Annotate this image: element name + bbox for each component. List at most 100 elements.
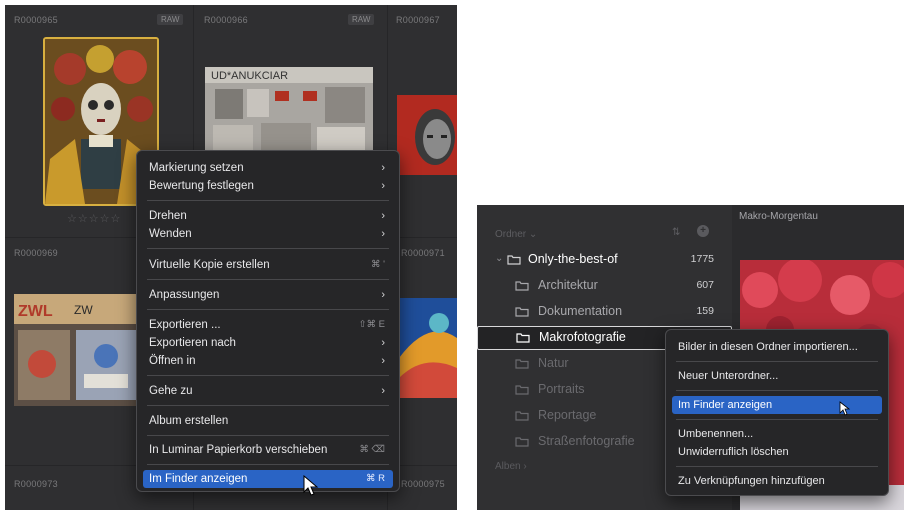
image-thumbnail[interactable] [399, 298, 457, 398]
menu-item-label: Öffnen in [149, 355, 196, 367]
folder-item-dokumentation[interactable]: Dokumentation 159 [477, 300, 732, 324]
image-filename: R0000971 [401, 248, 445, 258]
menu-separator [147, 464, 389, 465]
folder-label: Natur [538, 356, 569, 370]
image-thumbnail[interactable]: ZWL ZW [14, 294, 140, 406]
folder-label: Dokumentation [538, 304, 623, 318]
submenu-arrow-icon: › [381, 337, 385, 349]
folder-count: 159 [696, 305, 714, 317]
menu-item-label: Exportieren nach [149, 337, 236, 349]
menu-separator [147, 309, 389, 310]
menu-item-bewertung[interactable]: Bewertung festlegen › [143, 177, 393, 195]
folders-panel: Ordner ⌄ ⇅ + ⌄ Only-the-best-of 1775 Arc… [477, 205, 904, 510]
folder-label: Only-the-best-of [528, 252, 618, 266]
submenu-arrow-icon: › [381, 180, 385, 192]
menu-item-virtuelle-kopie[interactable]: Virtuelle Kopie erstellen ⌘ ' [143, 256, 393, 274]
submenu-arrow-icon: › [381, 385, 385, 397]
image-thumbnail[interactable] [397, 95, 457, 175]
menu-item-label: Unwiderruflich löschen [678, 446, 789, 458]
menu-separator [147, 375, 389, 376]
folder-count: 1775 [690, 253, 714, 265]
menu-item-drehen[interactable]: Drehen › [143, 207, 393, 225]
menu-item-label: Im Finder anzeigen [149, 473, 248, 485]
star-rating[interactable]: ☆☆☆☆☆ [67, 212, 121, 225]
submenu-arrow-icon: › [381, 289, 385, 301]
gallery-panel: R0000965 RAW R0000966 RAW R0000967 ☆☆☆☆☆ [5, 5, 457, 510]
menu-separator [147, 405, 389, 406]
menu-separator [147, 435, 389, 436]
image-filename: R0000965 [14, 15, 58, 25]
menu-separator [147, 248, 389, 249]
menu-item-label: Markierung setzen [149, 162, 244, 174]
menu-item-exportieren-nach[interactable]: Exportieren nach › [143, 334, 393, 352]
svg-text:UD*ANUKCIAR: UD*ANUKCIAR [211, 70, 288, 82]
menu-item-papierkorb[interactable]: In Luminar Papierkorb verschieben ⌘ ⌫ [143, 441, 393, 459]
menu-item-label: Bilder in diesen Ordner importieren... [678, 341, 858, 353]
menu-item-exportieren[interactable]: Exportieren ... ⇧⌘ E [143, 316, 393, 334]
folder-label: Architektur [538, 278, 598, 292]
add-folder-icon[interactable]: + [697, 225, 709, 237]
menu-item-label: Zu Verknüpfungen hinzufügen [678, 475, 825, 487]
folder-count: 607 [696, 279, 714, 291]
folder-item-architektur[interactable]: Architektur 607 [477, 274, 732, 298]
folder-icon [515, 359, 529, 369]
mouse-pointer-icon [839, 401, 851, 416]
folder-context-menu: Bilder in diesen Ordner importieren... N… [665, 329, 889, 496]
menu-separator [147, 200, 389, 201]
menu-item-im-finder-anzeigen[interactable]: Im Finder anzeigen ⌘ R [143, 470, 393, 488]
menu-separator [676, 419, 878, 420]
svg-text:ZWL: ZWL [18, 303, 53, 320]
folder-item-only-the-best-of[interactable]: ⌄ Only-the-best-of 1775 [477, 248, 732, 272]
submenu-arrow-icon: › [381, 228, 385, 240]
menu-item-rename[interactable]: Umbenennen... [672, 425, 882, 443]
expand-caret-icon[interactable]: ⌄ [495, 253, 503, 264]
menu-item-anpassungen[interactable]: Anpassungen › [143, 286, 393, 304]
image-filename: R0000973 [14, 479, 58, 489]
portrait-mural-image [397, 95, 457, 175]
menu-item-label: Im Finder anzeigen [678, 399, 773, 411]
menu-shortcut: ⇧⌘ E [358, 319, 385, 330]
menu-shortcut: ⌘ ' [371, 259, 385, 270]
menu-item-label: Neuer Unterordner... [678, 370, 779, 382]
folder-icon [515, 411, 529, 421]
menu-item-new-subfolder[interactable]: Neuer Unterordner... [672, 367, 882, 385]
mouse-pointer-icon [303, 475, 319, 496]
menu-item-delete[interactable]: Unwiderruflich löschen [672, 443, 882, 461]
menu-item-import[interactable]: Bilder in diesen Ordner importieren... [672, 338, 882, 356]
menu-item-markierung[interactable]: Markierung setzen › [143, 159, 393, 177]
menu-item-label: In Luminar Papierkorb verschieben [149, 444, 328, 456]
menu-item-gehe-zu[interactable]: Gehe zu › [143, 382, 393, 400]
albums-header[interactable]: Alben › [495, 461, 527, 472]
folder-icon [515, 281, 529, 291]
folder-label: Reportage [538, 408, 597, 422]
folder-icon [507, 255, 521, 265]
folder-label: Makrofotografie [539, 330, 626, 344]
folder-icon [515, 437, 529, 447]
menu-separator [676, 361, 878, 362]
menu-separator [676, 466, 878, 467]
menu-item-wenden[interactable]: Wenden › [143, 225, 393, 243]
image-filename: R0000967 [396, 15, 440, 25]
image-filename: R0000969 [14, 248, 58, 258]
menu-item-label: Album erstellen [149, 415, 229, 427]
menu-item-label: Virtuelle Kopie erstellen [149, 259, 270, 271]
colorful-mural-image [399, 298, 457, 398]
submenu-arrow-icon: › [381, 355, 385, 367]
menu-shortcut: ⌘ ⌫ [359, 444, 385, 455]
folders-header[interactable]: Ordner ⌄ [495, 229, 537, 240]
menu-item-label: Umbenennen... [678, 428, 754, 440]
menu-item-label: Bewertung festlegen [149, 180, 254, 192]
menu-item-oeffnen-in[interactable]: Öffnen in › [143, 352, 393, 370]
image-context-menu: Markierung setzen › Bewertung festlegen … [136, 150, 400, 492]
raw-badge: RAW [348, 14, 375, 25]
menu-item-label: Exportieren ... [149, 319, 221, 331]
sort-icon[interactable]: ⇅ [672, 227, 680, 238]
menu-shortcut: ⌘ R [366, 473, 385, 484]
folder-label: Straßenfotografie [538, 434, 635, 448]
menu-item-album-erstellen[interactable]: Album erstellen [143, 412, 393, 430]
menu-item-label: Drehen [149, 210, 187, 222]
folder-icon [515, 307, 529, 317]
menu-item-add-shortcut[interactable]: Zu Verknüpfungen hinzufügen [672, 472, 882, 490]
menu-separator [676, 390, 878, 391]
menu-item-label: Anpassungen [149, 289, 220, 301]
